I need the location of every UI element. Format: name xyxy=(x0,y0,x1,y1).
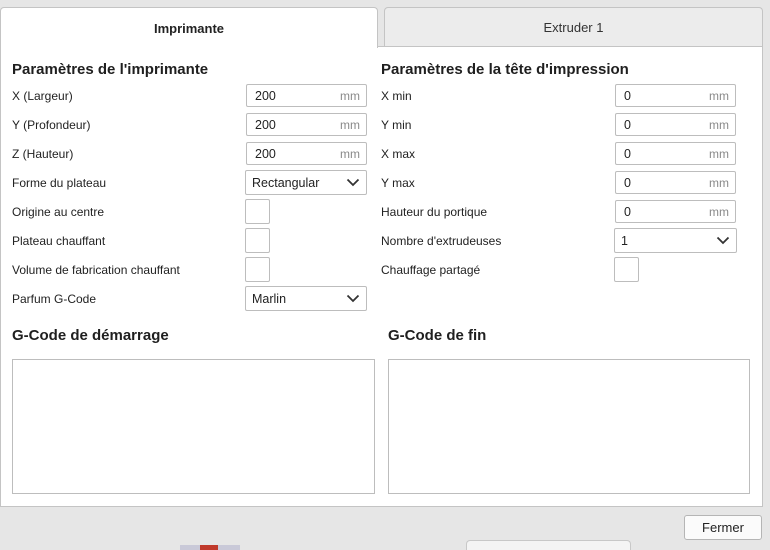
x-width-unit: mm xyxy=(340,88,360,103)
extruder-count-label: Nombre d'extrudeuses xyxy=(381,234,502,248)
printhead-settings-title: Paramètres de la tête d'impression xyxy=(381,61,629,78)
xmax-value: 0 xyxy=(624,146,631,161)
y-depth-label: Y (Profondeur) xyxy=(12,118,91,132)
shared-heater-checkbox[interactable] xyxy=(614,257,639,282)
z-height-field[interactable]: 200 mm xyxy=(246,142,367,165)
x-width-label: X (Largeur) xyxy=(12,89,73,103)
gantry-height-label: Hauteur du portique xyxy=(381,205,488,219)
ymin-label: Y min xyxy=(381,118,412,132)
gantry-height-unit: mm xyxy=(709,204,729,219)
z-height-label: Z (Hauteur) xyxy=(12,147,74,161)
ymax-unit: mm xyxy=(709,175,729,190)
xmin-field[interactable]: 0 mm xyxy=(615,84,736,107)
shared-heater-label: Chauffage partagé xyxy=(381,263,481,277)
extruder-count-value: 1 xyxy=(621,233,628,248)
chevron-down-icon xyxy=(710,236,736,245)
ymax-value: 0 xyxy=(624,175,631,190)
ymin-field[interactable]: 0 mm xyxy=(615,113,736,136)
background-window-fragment xyxy=(180,545,240,550)
origin-center-checkbox[interactable] xyxy=(245,199,270,224)
start-gcode-textarea[interactable] xyxy=(12,359,375,494)
gcode-flavor-label: Parfum G-Code xyxy=(12,292,97,306)
gcode-flavor-value: Marlin xyxy=(252,291,287,306)
origin-center-label: Origine au centre xyxy=(12,205,105,219)
tab-extruder-1[interactable]: Extruder 1 xyxy=(384,7,763,46)
heated-volume-label: Volume de fabrication chauffant xyxy=(12,263,180,277)
dialog-footer xyxy=(0,507,770,550)
xmin-label: X min xyxy=(381,89,412,103)
chevron-down-icon xyxy=(340,178,366,187)
bed-shape-label: Forme du plateau xyxy=(12,176,107,190)
z-height-unit: mm xyxy=(340,146,360,161)
y-depth-field[interactable]: 200 mm xyxy=(246,113,367,136)
xmax-unit: mm xyxy=(709,146,729,161)
gantry-height-field[interactable]: 0 mm xyxy=(615,200,736,223)
chevron-down-icon xyxy=(340,294,366,303)
tab-bar: Imprimante Extruder 1 xyxy=(0,0,770,48)
ymax-label: Y max xyxy=(381,176,415,190)
heated-bed-label: Plateau chauffant xyxy=(12,234,106,248)
z-height-value: 200 xyxy=(255,146,276,161)
y-depth-value: 200 xyxy=(255,117,276,132)
tab-imprimante[interactable]: Imprimante xyxy=(0,7,378,48)
background-window-tab-fragment xyxy=(466,540,631,550)
y-depth-unit: mm xyxy=(340,117,360,132)
extruder-count-select[interactable]: 1 xyxy=(614,228,737,253)
x-width-value: 200 xyxy=(255,88,276,103)
xmax-field[interactable]: 0 mm xyxy=(615,142,736,165)
bed-shape-select[interactable]: Rectangular xyxy=(245,170,367,195)
close-button[interactable]: Fermer xyxy=(684,515,762,540)
printer-settings-title: Paramètres de l'imprimante xyxy=(12,61,209,78)
end-gcode-title: G-Code de fin xyxy=(388,327,487,344)
start-gcode-title: G-Code de démarrage xyxy=(12,327,169,344)
ymin-value: 0 xyxy=(624,117,631,132)
gcode-flavor-select[interactable]: Marlin xyxy=(245,286,367,311)
x-width-field[interactable]: 200 mm xyxy=(246,84,367,107)
bed-shape-value: Rectangular xyxy=(252,175,320,190)
xmin-unit: mm xyxy=(709,88,729,103)
heated-volume-checkbox[interactable] xyxy=(245,257,270,282)
ymin-unit: mm xyxy=(709,117,729,132)
end-gcode-textarea[interactable] xyxy=(388,359,750,494)
xmax-label: X max xyxy=(381,147,416,161)
heated-bed-checkbox[interactable] xyxy=(245,228,270,253)
ymax-field[interactable]: 0 mm xyxy=(615,171,736,194)
xmin-value: 0 xyxy=(624,88,631,103)
gantry-height-value: 0 xyxy=(624,204,631,219)
